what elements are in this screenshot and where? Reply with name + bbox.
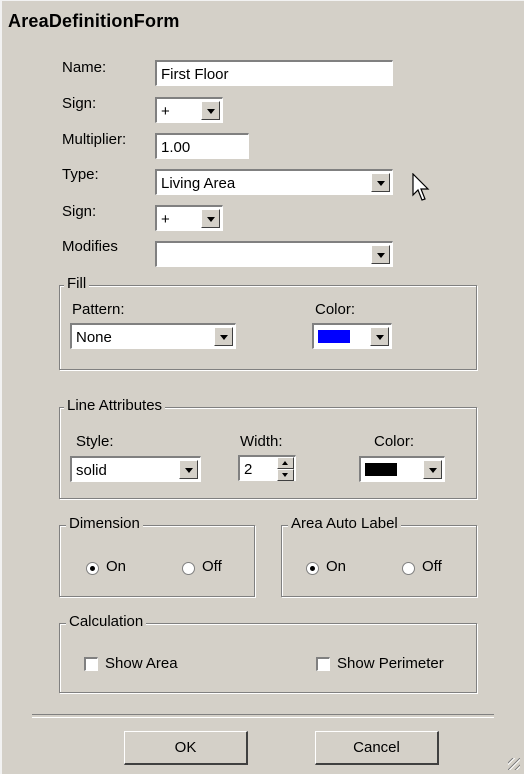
sign-select[interactable]: + [155,97,223,123]
chevron-down-icon[interactable] [371,173,390,192]
width-label: Width: [240,433,283,450]
show-perimeter-checkbox[interactable] [316,657,330,671]
line-attributes-legend: Line Attributes [64,397,166,414]
multiplier-value: 1.00 [161,139,191,156]
multiplier-label: Multiplier: [62,131,127,148]
show-perimeter-label: Show Perimeter [337,655,444,672]
show-area-label: Show Area [105,655,178,672]
style-value: solid [76,462,107,479]
pattern-select[interactable]: None [70,323,236,349]
mouse-pointer-icon [412,173,430,201]
separator [32,714,494,718]
sign-value: + [161,103,170,120]
chevron-down-icon[interactable] [201,101,220,120]
line-color-select[interactable] [359,456,445,482]
area-auto-label-off-radio[interactable] [402,562,415,575]
fill-legend: Fill [64,275,90,292]
name-input[interactable]: First Floor [155,60,393,86]
modifies-select[interactable] [155,241,393,267]
chevron-down-icon[interactable] [201,209,220,228]
area-auto-label-on-radio[interactable] [306,562,319,575]
style-label: Style: [76,433,114,450]
multiplier-input[interactable]: 1.00 [155,133,249,159]
width-spin-buttons[interactable] [277,457,294,481]
area-auto-label-on-label: On [326,558,347,575]
area-auto-label-off-label: Off [422,558,442,575]
dimension-on-label: On [106,558,127,575]
area-auto-label-legend: Area Auto Label [288,515,401,532]
fill-color-select[interactable] [312,323,392,349]
title-bar[interactable]: AreaDefinitionForm [2,1,524,43]
spin-down-icon[interactable] [277,469,294,481]
width-value: 2 [244,461,253,478]
pattern-label: Pattern: [72,301,125,318]
ok-button[interactable]: OK [124,731,248,765]
width-spinner[interactable]: 2 [238,455,296,481]
line-attributes-group [59,407,477,499]
name-value: First Floor [161,66,229,83]
chevron-down-icon[interactable] [371,245,390,264]
dimension-legend: Dimension [66,515,143,532]
dimension-off-radio[interactable] [182,562,195,575]
show-area-checkbox[interactable] [84,657,98,671]
chevron-down-icon[interactable] [214,327,233,346]
area-auto-label-group [281,525,477,597]
spin-up-icon[interactable] [277,457,294,469]
chevron-down-icon[interactable] [370,327,389,346]
dimension-on-radio[interactable] [86,562,99,575]
sign-label: Sign: [62,203,97,220]
dimension-group [59,525,255,597]
fill-color-swatch [318,330,350,343]
sign-value: + [161,211,170,228]
type-value: Living Area [161,175,236,192]
name-label: Name: [62,59,107,76]
dimension-off-label: Off [202,558,222,575]
sign-select[interactable]: + [155,205,223,231]
fill-color-label: Color: [315,301,356,318]
modifies-label: Modifies [62,238,118,255]
line-color-label: Color: [374,433,415,450]
type-select[interactable]: Living Area [155,169,393,195]
resize-grip-icon[interactable] [508,758,520,770]
chevron-down-icon[interactable] [179,460,198,479]
area-definition-dialog: AreaDefinitionForm Name: First Floor Sig… [0,0,524,774]
cancel-button[interactable]: Cancel [315,731,439,765]
calculation-legend: Calculation [66,613,147,630]
window-title: AreaDefinitionForm [8,11,180,31]
type-label: Type: [62,166,99,183]
pattern-value: None [76,329,112,346]
chevron-down-icon[interactable] [423,460,442,479]
line-color-swatch [365,463,397,476]
sign-label: Sign: [62,95,97,112]
style-select[interactable]: solid [70,456,201,482]
